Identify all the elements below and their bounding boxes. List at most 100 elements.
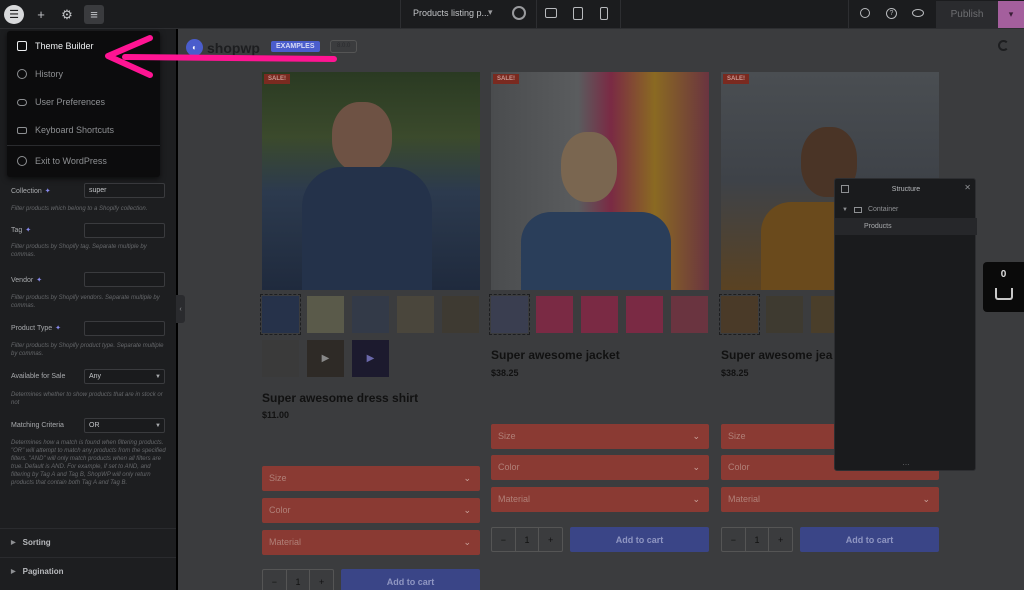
increment-button[interactable]: + xyxy=(310,570,333,590)
product-thumbnail[interactable] xyxy=(262,340,299,377)
shopwp-logo[interactable]: ◐ shopwp xyxy=(186,39,260,56)
product-image[interactable]: SALE! xyxy=(491,72,709,290)
page-settings-icon[interactable] xyxy=(512,6,526,20)
product-title[interactable]: Super awesome jea xyxy=(721,348,832,362)
menu-item-theme-builder[interactable]: Theme Builder xyxy=(7,32,160,60)
chevron-down-icon: ⌄ xyxy=(463,505,471,515)
mobile-view-icon[interactable] xyxy=(600,7,608,20)
vendor-input[interactable] xyxy=(84,272,165,287)
chevron-down-icon: ▼ xyxy=(155,423,161,429)
history-icon xyxy=(17,69,27,79)
section-pagination[interactable]: ▶ Pagination xyxy=(0,557,176,585)
product-thumbnail[interactable] xyxy=(260,294,301,335)
structure-item-container[interactable]: ▼ Container xyxy=(835,201,977,218)
publish-options-chevron-icon[interactable]: ▾ xyxy=(998,1,1024,28)
decrement-button[interactable]: − xyxy=(492,528,515,551)
structure-button[interactable]: ≡ xyxy=(84,5,104,24)
container-icon xyxy=(853,206,862,213)
divider xyxy=(400,0,401,29)
increment-button[interactable]: + xyxy=(539,528,562,551)
video-thumbnail[interactable]: ▶ xyxy=(307,340,344,377)
menu-item-keyboard-shortcuts[interactable]: Keyboard Shortcuts xyxy=(7,116,160,144)
help-icon[interactable]: ? xyxy=(886,8,897,19)
product-thumbnail[interactable] xyxy=(397,296,434,333)
product-title[interactable]: Super awesome dress shirt xyxy=(262,391,418,405)
product-price: $11.00 xyxy=(262,410,290,420)
product-thumbnail[interactable] xyxy=(489,294,530,335)
chevron-down-icon[interactable]: ▾ xyxy=(488,7,493,18)
chevron-down-icon: ⌄ xyxy=(692,431,700,441)
search-icon[interactable] xyxy=(860,8,870,18)
quantity-input[interactable]: 1 xyxy=(285,570,311,590)
add-to-cart-button[interactable]: Add to cart xyxy=(570,527,709,552)
video-thumbnail[interactable]: ▶ xyxy=(352,340,389,377)
quantity-stepper: − 1 + xyxy=(262,569,334,590)
chevron-down-icon: ⌄ xyxy=(692,494,700,504)
decrement-button[interactable]: − xyxy=(263,570,286,590)
add-to-cart-button[interactable]: Add to cart xyxy=(800,527,939,552)
product-thumbnail[interactable] xyxy=(442,296,479,333)
close-icon[interactable]: ✕ xyxy=(964,183,971,192)
collection-input[interactable]: super xyxy=(84,183,165,198)
matching-criteria-select[interactable]: OR ▼ xyxy=(84,418,165,433)
elementor-menu-dropdown: Theme Builder History User Preferences K… xyxy=(7,31,160,177)
color-dropdown[interactable]: Color⌄ xyxy=(491,455,709,480)
document-title[interactable]: Products listing p... xyxy=(413,8,495,18)
tablet-view-icon[interactable] xyxy=(573,7,583,20)
quantity-stepper: − 1 + xyxy=(721,527,793,552)
product-image[interactable]: SALE! xyxy=(262,72,480,290)
add-to-cart-button[interactable]: Add to cart xyxy=(341,569,480,590)
structure-header[interactable]: Structure ✕ xyxy=(835,179,977,199)
elementor-menu-button[interactable]: ☰ xyxy=(4,5,24,24)
structure-item-products[interactable]: Products xyxy=(835,218,977,235)
version-badge: 8.0.0 xyxy=(330,40,358,53)
increment-button[interactable]: + xyxy=(769,528,792,551)
product-thumbnail[interactable] xyxy=(307,296,344,333)
product-thumbnail[interactable] xyxy=(719,294,760,335)
available-for-sale-help: Determines whether to show products that… xyxy=(11,392,163,406)
keyboard-icon xyxy=(17,126,27,134)
menu-item-user-preferences[interactable]: User Preferences xyxy=(7,88,160,116)
add-element-button[interactable]: + xyxy=(33,5,49,24)
collapse-panel-chevron-icon[interactable]: ‹ xyxy=(176,295,185,323)
preview-eye-icon[interactable] xyxy=(912,9,924,17)
product-type-input[interactable] xyxy=(84,321,165,336)
product-thumbnail[interactable] xyxy=(352,296,389,333)
material-dropdown[interactable]: Material ⌄ xyxy=(721,487,939,512)
available-for-sale-select[interactable]: Any ▼ xyxy=(84,369,165,384)
menu-item-history[interactable]: History xyxy=(7,60,160,88)
dark-mode-toggle-icon[interactable] xyxy=(998,40,1009,51)
play-icon: ▶ xyxy=(366,353,375,364)
resize-grip-icon[interactable]: ⋯ xyxy=(835,461,977,469)
dynamic-tags-icon: ✦ xyxy=(44,188,51,195)
product-thumbnail[interactable] xyxy=(536,296,573,333)
material-dropdown[interactable]: Material ⌄ xyxy=(491,487,709,512)
quantity-input[interactable]: 1 xyxy=(744,528,770,551)
desktop-view-icon[interactable] xyxy=(545,8,557,18)
color-dropdown[interactable]: Color⌄ xyxy=(262,498,480,523)
toggle-icon xyxy=(17,98,27,106)
menu-item-exit-to-wordpress[interactable]: Exit to WordPress xyxy=(7,147,160,175)
product-thumbnail[interactable] xyxy=(626,296,663,333)
section-sorting[interactable]: ▶ Sorting xyxy=(0,528,176,556)
chevron-down-icon: ⌄ xyxy=(463,537,471,547)
cart-button[interactable]: 0 xyxy=(983,262,1024,312)
product-thumbnail[interactable] xyxy=(766,296,803,333)
decrement-button[interactable]: − xyxy=(722,528,745,551)
product-thumbnail[interactable] xyxy=(581,296,618,333)
tag-input[interactable] xyxy=(84,223,165,238)
material-dropdown[interactable]: Material ⌄ xyxy=(262,530,480,555)
quantity-input[interactable]: 1 xyxy=(514,528,540,551)
site-settings-button[interactable]: ⚙ xyxy=(59,5,75,24)
size-dropdown[interactable]: Size⌄ xyxy=(491,424,709,449)
product-thumbnail[interactable] xyxy=(671,296,708,333)
collection-help: Filter products which belong to a Shopif… xyxy=(11,206,148,212)
sale-badge: SALE! xyxy=(264,74,290,84)
vendor-help: Filter products by Shopify vendors. Sepa… xyxy=(11,295,160,309)
publish-button[interactable]: Publish xyxy=(936,1,998,28)
chevron-down-icon: ⌄ xyxy=(692,462,700,472)
elementor-editor: ☰ + ⚙ ≡ Products listing p... ▾ ? Publis… xyxy=(0,0,1024,590)
product-title[interactable]: Super awesome jacket xyxy=(491,348,620,362)
size-dropdown[interactable]: Size⌄ xyxy=(262,466,480,491)
chevron-down-icon: ⌄ xyxy=(922,494,930,504)
